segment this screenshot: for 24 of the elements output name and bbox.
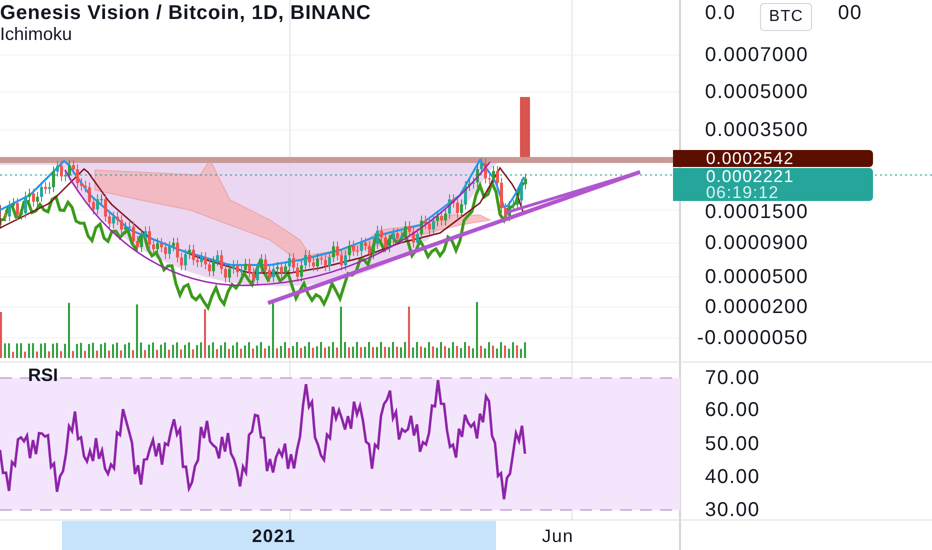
price-value: 0.0002221 (706, 168, 796, 185)
price-label: 0.0007000 (705, 45, 809, 65)
indicator-label: Ichimoku (0, 25, 74, 43)
rsi-axis-label: 60.00 (705, 400, 760, 420)
price-value: 0.0002542 (706, 150, 796, 167)
price-label: 0.0003500 (705, 120, 809, 140)
price-label: -0.0000050 (697, 328, 808, 348)
rsi-axis-label: 30.00 (705, 500, 760, 520)
price-label: 0.0001500 (705, 202, 809, 222)
time-label: Jun (542, 527, 574, 545)
rsi-axis-label: 70.00 (705, 368, 760, 388)
rsi-axis-label: 40.00 (705, 467, 760, 487)
price-label: 0.0000200 (705, 297, 809, 317)
currency-badge[interactable]: BTC (760, 3, 812, 31)
chart-title: Genesis Vision / Bitcoin, 1D, BINANC (0, 3, 372, 23)
rsi-axis-label: 50.00 (705, 434, 760, 454)
price-label: 0.0 (705, 3, 736, 23)
rsi-label: RSI (28, 366, 58, 384)
countdown: 06:19:12 (706, 185, 780, 201)
price-label: 0.0005000 (705, 82, 809, 102)
price-label: 00 (838, 3, 862, 23)
time-label: 2021 (252, 527, 296, 545)
price-label: 0.0000500 (705, 267, 809, 287)
price-label: 0.0000900 (705, 233, 809, 253)
